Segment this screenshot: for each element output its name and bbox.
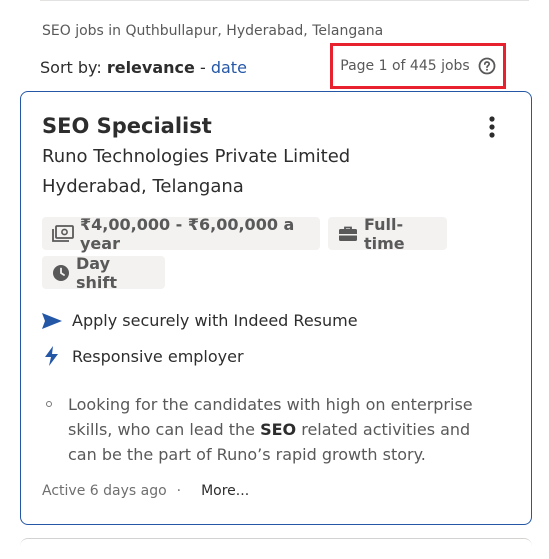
feature-responsive-text: Responsive employer [72, 346, 244, 366]
page-count-text: Page 1 of 445 jobs [340, 58, 470, 74]
next-card-edge [20, 538, 532, 559]
sort-relevance: relevance [106, 58, 195, 77]
sort-date-link[interactable]: date [211, 58, 247, 77]
feature-responsive-employer: Responsive employer [42, 346, 244, 366]
job-snippet: Looking for the candidates with high on … [46, 392, 491, 467]
salary-text: ₹4,00,000 - ₹6,00,000 a year [80, 214, 295, 253]
shift-text: Day shift [76, 253, 118, 292]
previous-card-edge [40, 0, 529, 1]
feature-apply-indeed: Apply securely with Indeed Resume [42, 311, 358, 330]
page-count-highlight: Page 1 of 445 jobs [330, 43, 506, 89]
job-title[interactable]: SEO Specialist [42, 114, 212, 138]
search-location-heading: SEO jobs in Quthbullapur, Hyderabad, Tel… [42, 23, 384, 39]
snippet-text: Looking for the candidates with high on … [68, 392, 491, 467]
job-type-chip: Full-time [328, 214, 447, 253]
clock-icon [53, 264, 69, 281]
job-footer: Active 6 days ago · More... [42, 483, 249, 499]
snippet-highlight: SEO [260, 420, 297, 439]
salary-chip: ₹4,00,000 - ₹6,00,000 a year [42, 214, 320, 253]
feature-apply-text: Apply securely with Indeed Resume [72, 311, 358, 330]
job-type-text: Full-time [364, 214, 405, 253]
bullet-icon [46, 401, 52, 407]
briefcase-icon [339, 226, 357, 241]
job-card[interactable]: SEO Specialist Runo Technologies Private… [20, 91, 532, 525]
shift-chip: Day shift [42, 253, 165, 292]
job-location: Hyderabad, Telangana [42, 176, 244, 197]
footer-dot: · [176, 483, 182, 499]
more-link[interactable]: More... [201, 483, 249, 499]
sort-label: Sort by: [40, 58, 102, 77]
company-name: Runo Technologies Private Limited [42, 146, 351, 167]
lightning-bolt-icon [45, 346, 58, 366]
more-options-icon[interactable] [483, 114, 501, 142]
sort-control: Sort by: relevance - date [40, 58, 247, 77]
help-icon[interactable] [478, 57, 496, 75]
sort-separator: - [199, 58, 206, 77]
posted-date: Active 6 days ago [42, 483, 167, 499]
money-icon [52, 224, 74, 242]
send-arrow-icon [42, 312, 62, 329]
